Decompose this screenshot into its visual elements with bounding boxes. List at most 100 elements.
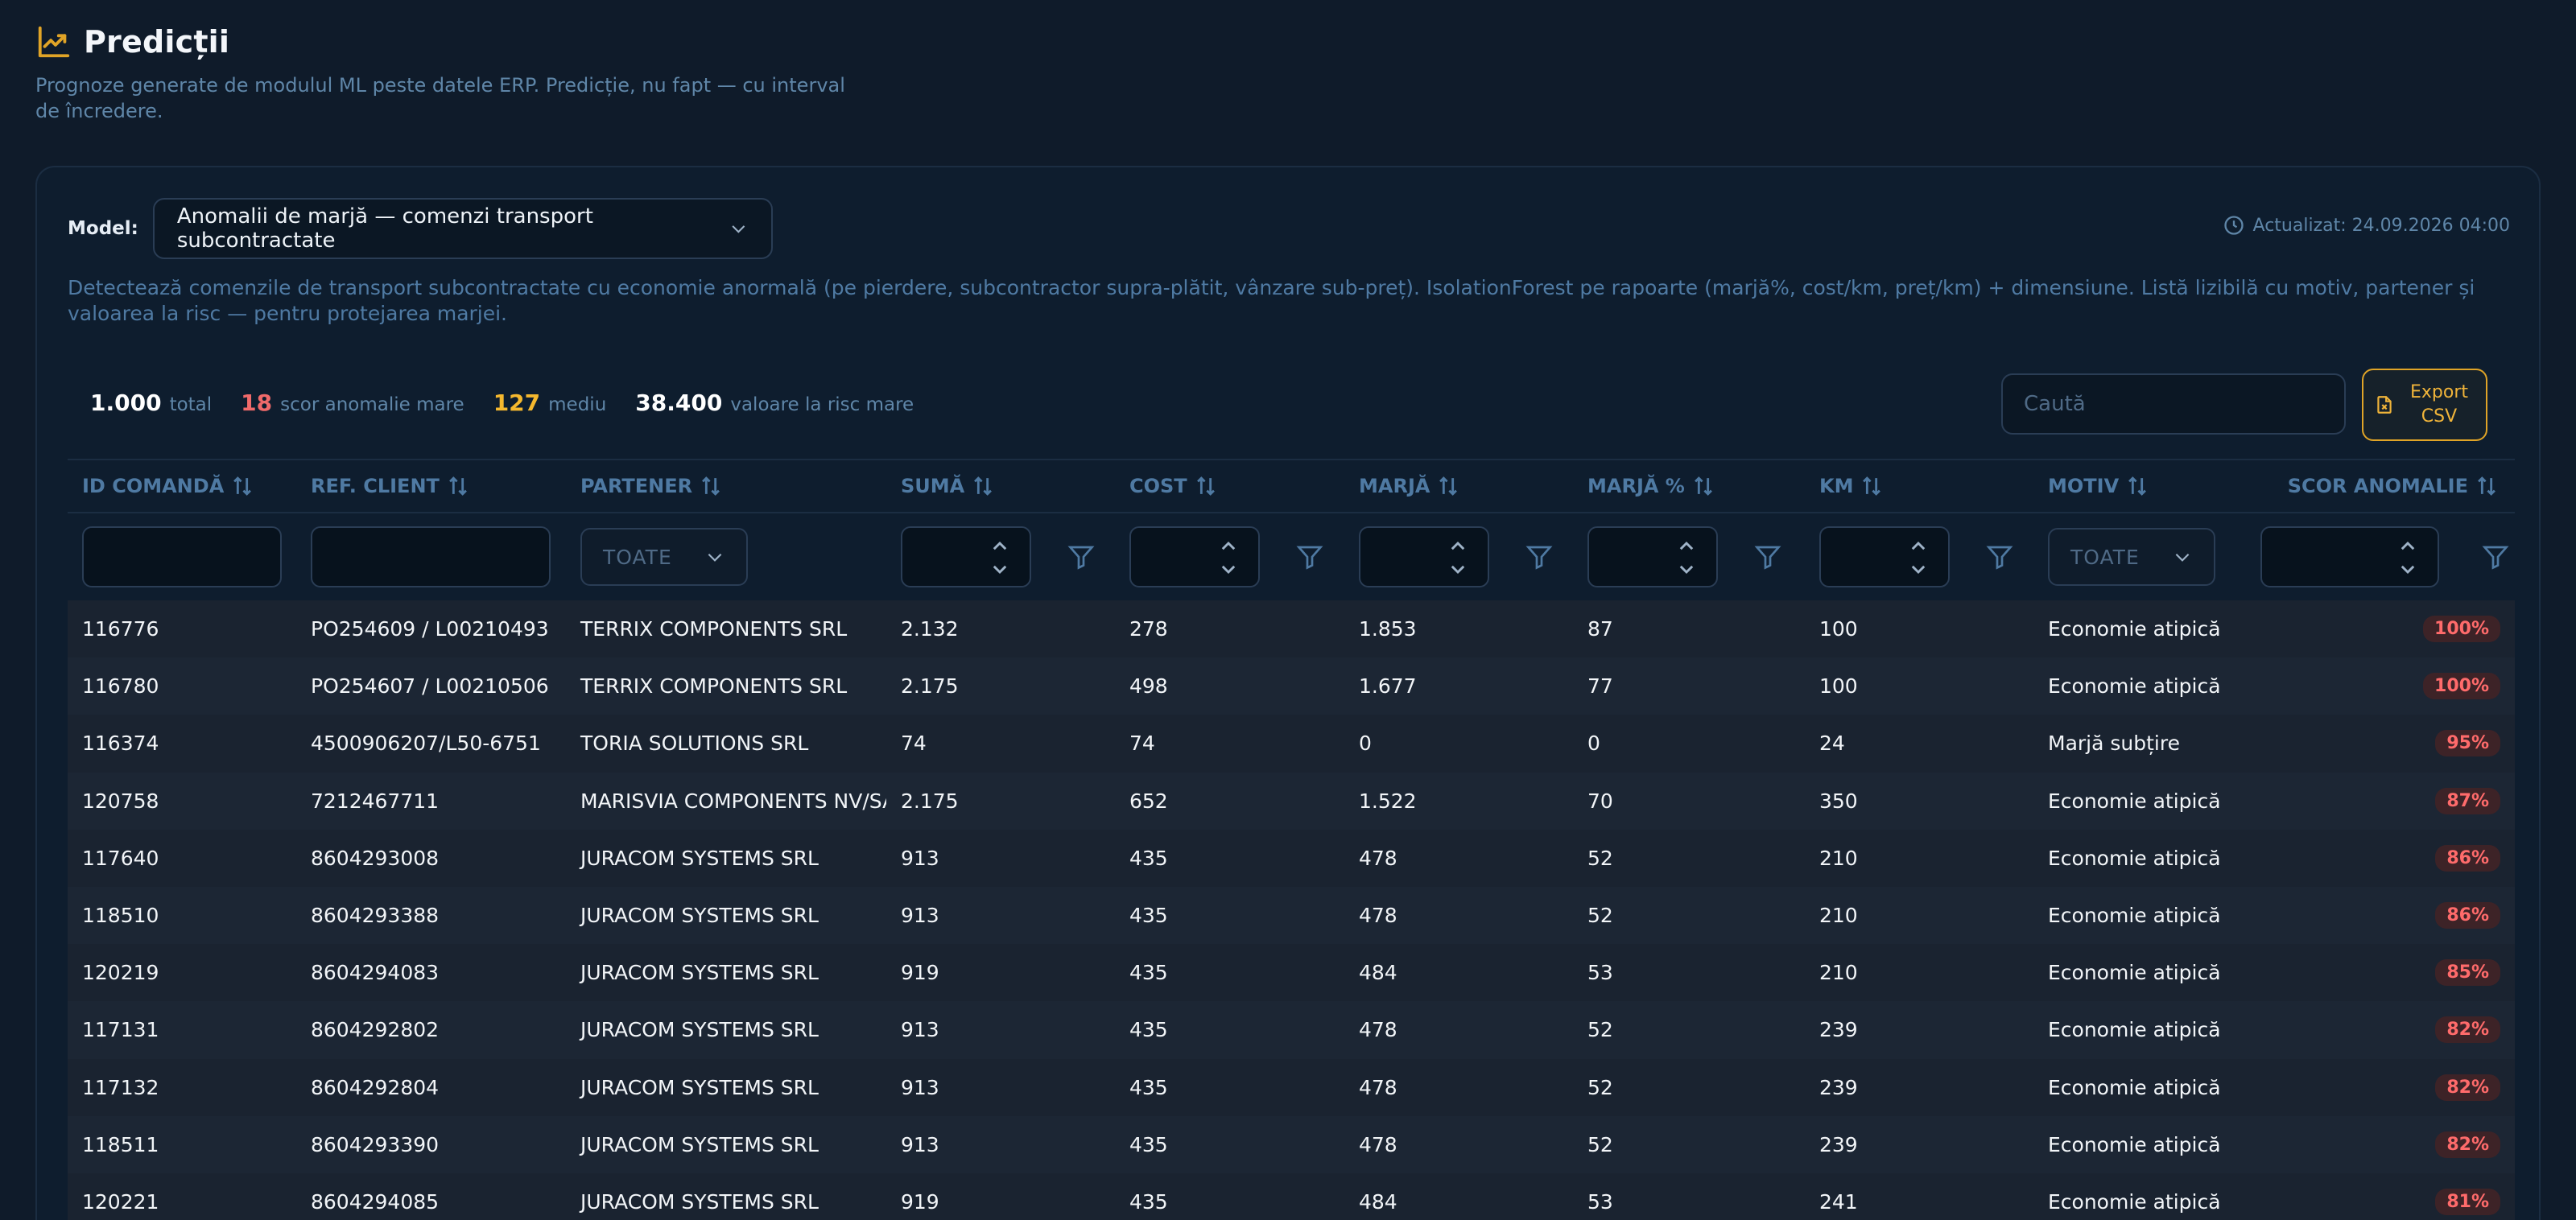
filter-funnel-icon[interactable] [2481, 542, 2510, 571]
model-select[interactable]: Anomalii de marjă — comenzi transport su… [152, 198, 773, 259]
model-selector-row: Model: Anomalii de marjă — comenzi trans… [68, 198, 773, 259]
filter-id-input[interactable] [82, 526, 282, 587]
filter-ref-input[interactable] [311, 526, 551, 587]
filter-funnel-icon[interactable] [1525, 542, 1554, 571]
column-header-partner[interactable]: Partener [566, 472, 886, 500]
search-field[interactable] [2001, 373, 2346, 435]
table-row[interactable]: 118511 8604293390 JURACOM SYSTEMS SRL 913 43… [68, 1115, 2515, 1173]
column-label: Motiv [2048, 475, 2120, 497]
column-label: Sumă [901, 475, 965, 497]
cell-score: 86% [2231, 844, 2515, 872]
chevron-down-icon [732, 225, 745, 233]
cell-reason: Economie atipică [2048, 789, 2221, 813]
table-row[interactable]: 120758 7212467711 MARISVIA COMPONENTS NV/S… [68, 772, 2515, 830]
cell-margin: 1.853 [1359, 617, 1417, 641]
column-header-cost[interactable]: Cost [1115, 472, 1344, 500]
filter-reason-select[interactable]: TOATE [2048, 528, 2215, 586]
column-label: Scor anomalie [2287, 475, 2468, 497]
column-label: ID Comandă [82, 475, 225, 497]
file-export-icon [2377, 396, 2392, 414]
table-row[interactable]: 117640 8604293008 JURACOM SYSTEMS SRL 913 43… [68, 830, 2515, 887]
cell-km: 24 [1819, 732, 1845, 756]
filter-partner-select[interactable]: TOATE [580, 528, 748, 586]
sort-icon [1863, 476, 1881, 496]
column-header-margin-pct[interactable]: Marjă % [1573, 472, 1805, 500]
cell-score: 100% [2231, 673, 2515, 700]
anomaly-score-badge: 100% [2423, 616, 2500, 643]
cell-partner: MARISVIA COMPONENTS NV/SA [580, 789, 886, 813]
table-header: ID Comandă Ref. Client Partener Sumă Cos… [68, 459, 2515, 513]
stat-risk-label: valoare la risc mare [730, 394, 914, 415]
spinner-arrows-icon [1451, 541, 1465, 575]
search-input[interactable] [2024, 392, 2323, 416]
filter-margin-pct-input[interactable] [1587, 526, 1718, 587]
cell-km: 210 [1819, 961, 1858, 985]
filter-km-input[interactable] [1819, 526, 1950, 587]
filter-funnel-icon[interactable] [1753, 542, 1782, 571]
filter-cost-input[interactable] [1129, 526, 1260, 587]
cell-ref: 8604293008 [311, 846, 440, 870]
cell-km: 100 [1819, 674, 1858, 699]
table-row[interactable]: 120221 8604294085 JURACOM SYSTEMS SRL 919 43… [68, 1173, 2515, 1220]
cell-sum: 2.132 [901, 617, 959, 641]
filter-select-value: TOATE [2070, 545, 2140, 569]
sort-icon [1439, 476, 1458, 496]
cell-partner: TERRIX COMPONENTS SRL [580, 617, 848, 641]
stat-risk-value: 38.400 [635, 389, 723, 416]
cell-reason: Economie atipică [2048, 961, 2221, 985]
cell-margin: 478 [1359, 1075, 1397, 1099]
column-header-id[interactable]: ID Comandă [68, 472, 296, 500]
table-row[interactable]: 116780 PO254607 / L00210506 TERRIX COMPONE… [68, 657, 2515, 715]
table-row[interactable]: 116374 4500906207/L50-6751 TORIA SOLUTIONS… [68, 715, 2515, 772]
cell-cost: 74 [1129, 732, 1155, 756]
cell-score: 95% [2231, 730, 2515, 757]
cell-sum: 74 [901, 732, 927, 756]
cell-cost: 435 [1129, 904, 1168, 928]
filter-sum-input[interactable] [901, 526, 1031, 587]
table-row[interactable]: 116776 PO254609 / L00210493 TERRIX COMPONE… [68, 600, 2515, 657]
filter-select-value: TOATE [603, 545, 672, 569]
cell-margin: 1.522 [1359, 789, 1417, 813]
column-header-reason[interactable]: Motiv [2033, 472, 2231, 500]
filter-funnel-icon[interactable] [1985, 542, 2014, 571]
table-row[interactable]: 118510 8604293388 JURACOM SYSTEMS SRL 913 43… [68, 886, 2515, 945]
anomaly-score-badge: 95% [2435, 730, 2500, 757]
filter-margin-input[interactable] [1359, 526, 1489, 587]
column-header-km[interactable]: KM [1805, 472, 2033, 500]
cell-sum: 919 [901, 1189, 939, 1214]
cell-partner: JURACOM SYSTEMS SRL [580, 961, 819, 985]
cell-margin-pct: 77 [1587, 674, 1613, 699]
cell-margin-pct: 52 [1587, 1132, 1613, 1156]
column-header-ref[interactable]: Ref. Client [296, 472, 566, 500]
column-header-sum[interactable]: Sumă [886, 472, 1115, 500]
table-row[interactable]: 117132 8604292804 JURACOM SYSTEMS SRL 913 43… [68, 1059, 2515, 1116]
cell-margin-pct: 52 [1587, 1018, 1613, 1042]
cell-ref: 8604294083 [311, 961, 440, 985]
sort-icon [448, 476, 467, 496]
filter-funnel-icon[interactable] [1067, 542, 1096, 571]
sort-icon [702, 476, 720, 496]
table-row[interactable]: 120219 8604294083 JURACOM SYSTEMS SRL 919 43… [68, 944, 2515, 1001]
cell-margin: 1.677 [1359, 674, 1417, 699]
cell-partner: JURACOM SYSTEMS SRL [580, 1189, 819, 1214]
cell-sum: 919 [901, 961, 939, 985]
updated-timestamp: Actualizat: 24.09.2026 04:00 [2252, 215, 2510, 236]
sort-icon [2478, 476, 2496, 496]
stat-total-value: 1.000 [90, 389, 162, 416]
trending-up-icon [38, 26, 70, 58]
cell-score: 100% [2231, 616, 2515, 643]
updated-info: Actualizat: 24.09.2026 04:00 [2223, 214, 2510, 237]
sort-icon [2128, 476, 2147, 496]
cell-ref: 8604292802 [311, 1018, 440, 1042]
cell-margin: 478 [1359, 1132, 1397, 1156]
cell-sum: 913 [901, 846, 939, 870]
table-row[interactable]: 117131 8604292802 JURACOM SYSTEMS SRL 913 43… [68, 1001, 2515, 1059]
column-header-score[interactable]: Scor anomalie [2231, 472, 2515, 500]
cell-margin-pct: 87 [1587, 617, 1613, 641]
cell-id: 117640 [82, 846, 159, 870]
export-csv-button[interactable]: Export CSV [2362, 369, 2487, 441]
filter-score-input[interactable] [2260, 526, 2439, 587]
cell-km: 210 [1819, 904, 1858, 928]
column-header-margin[interactable]: Marjă [1344, 472, 1573, 500]
filter-funnel-icon[interactable] [1295, 542, 1324, 571]
